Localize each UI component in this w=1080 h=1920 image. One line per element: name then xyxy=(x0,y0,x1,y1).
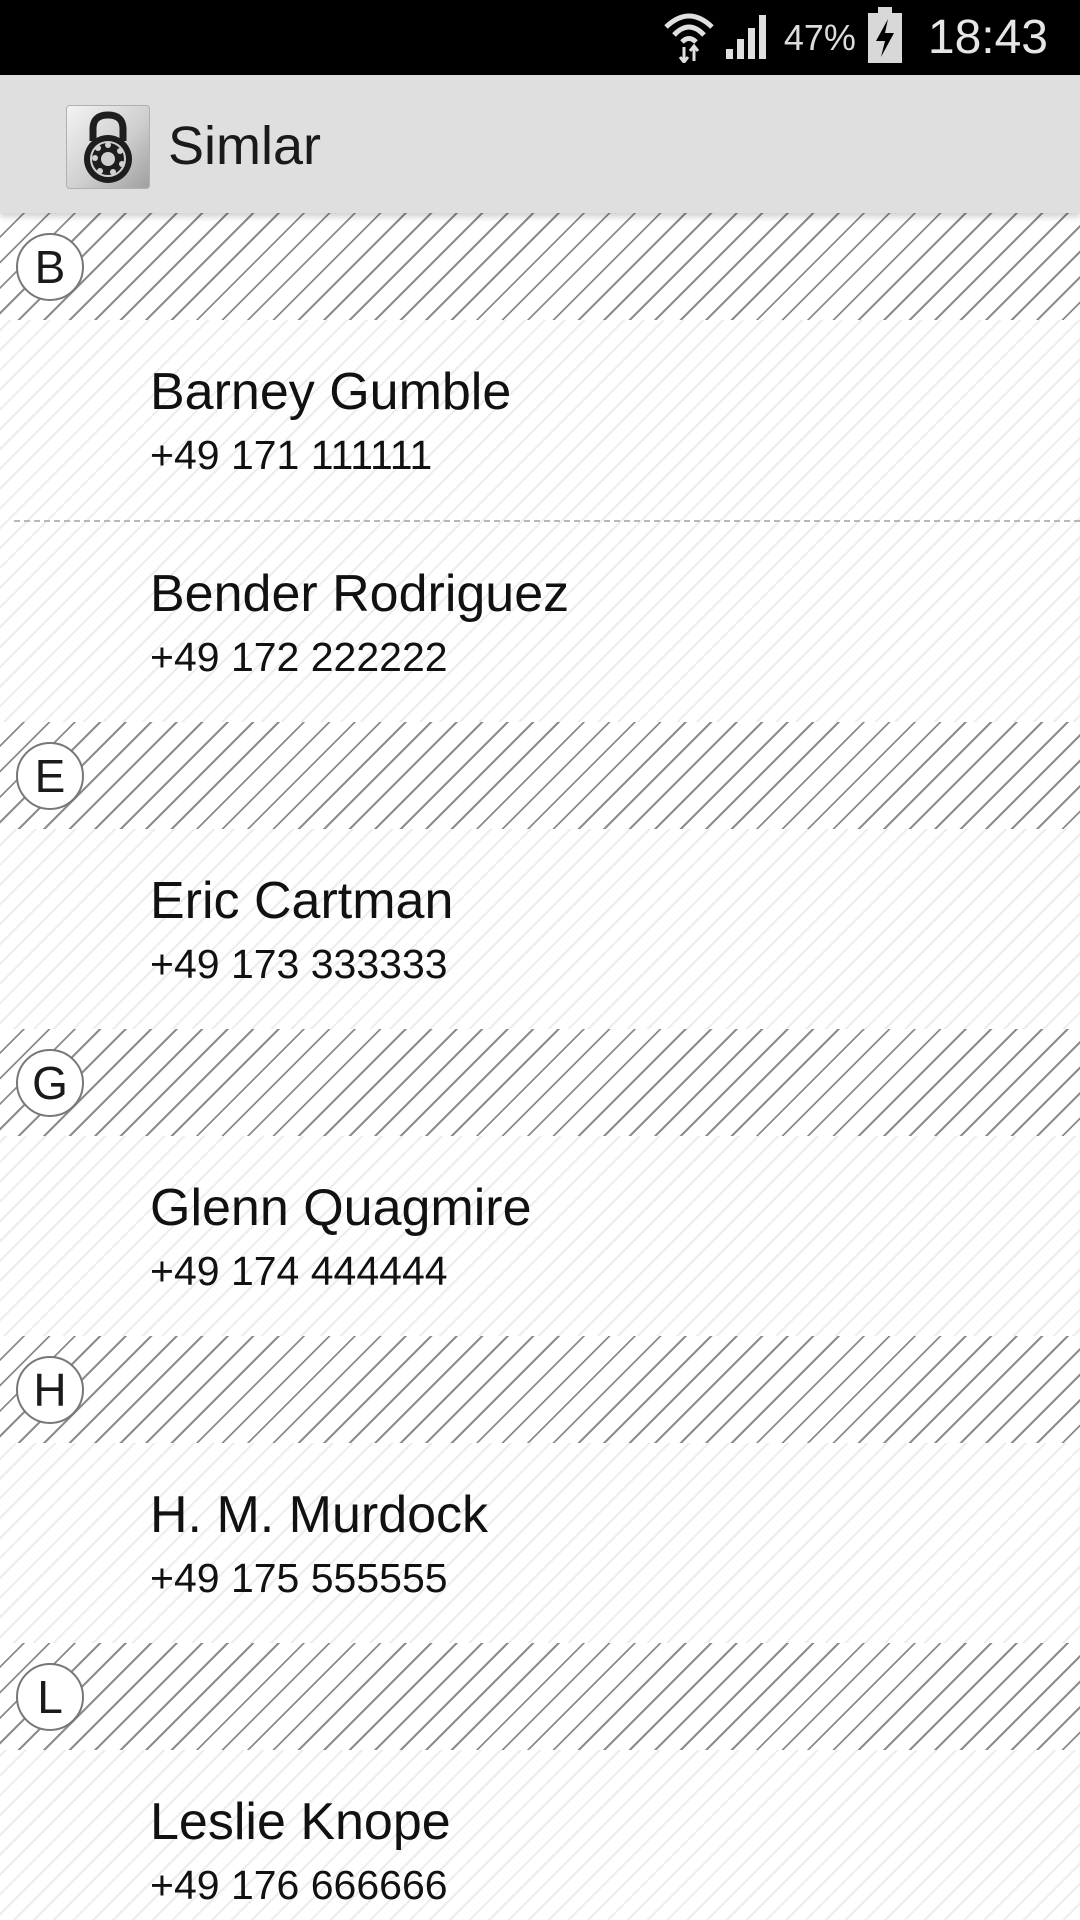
signal-icon xyxy=(724,9,774,66)
action-bar: Simlar xyxy=(0,75,1080,213)
section-header-l: L xyxy=(0,1643,1080,1750)
contact-item[interactable]: Bender Rodriguez +49 172 222222 xyxy=(0,522,1080,722)
section-letter: G xyxy=(16,1049,84,1117)
contact-number: +49 176 666666 xyxy=(150,1862,448,1908)
app-title: Simlar xyxy=(168,116,322,176)
status-bar: 47% 18:43 xyxy=(0,0,1080,75)
wifi-icon xyxy=(664,7,714,68)
contact-number: +49 172 222222 xyxy=(150,634,448,680)
section-header-b: B xyxy=(0,213,1080,320)
status-clock: 18:43 xyxy=(927,11,1048,64)
section-header-e: E xyxy=(0,722,1080,829)
contact-item[interactable]: Glenn Quagmire +49 174 444444 xyxy=(0,1136,1080,1336)
section-header-g: G xyxy=(0,1029,1080,1136)
contact-name: Bender Rodriguez xyxy=(150,565,570,623)
status-icons: 47% 18:43 xyxy=(664,0,1048,75)
section-header-h: H xyxy=(0,1336,1080,1443)
section-letter: H xyxy=(16,1356,84,1424)
contact-name: Barney Gumble xyxy=(150,363,512,421)
section-letter: B xyxy=(16,233,84,301)
contact-number: +49 175 555555 xyxy=(150,1555,448,1601)
battery-percent: 47% xyxy=(783,16,856,58)
contact-name: Glenn Quagmire xyxy=(150,1179,532,1237)
contact-item[interactable]: Eric Cartman +49 173 333333 xyxy=(0,829,1080,1029)
section-letter: E xyxy=(16,742,84,810)
lock-dial-icon[interactable] xyxy=(66,105,150,189)
contact-item[interactable]: Barney Gumble +49 171 111111 xyxy=(0,320,1080,520)
contact-number: +49 174 444444 xyxy=(150,1248,448,1294)
contact-name: Leslie Knope xyxy=(150,1793,451,1851)
contact-item[interactable]: Leslie Knope +49 176 666666 xyxy=(0,1750,1080,1920)
contact-name: Eric Cartman xyxy=(150,872,454,930)
contact-item[interactable]: H. M. Murdock +49 175 555555 xyxy=(0,1443,1080,1643)
battery-charging-icon xyxy=(866,7,904,68)
contact-list[interactable]: B Barney Gumble +49 171 111111 Bender Ro… xyxy=(0,213,1080,1920)
contact-number: +49 173 333333 xyxy=(150,941,448,987)
section-letter: L xyxy=(16,1663,84,1731)
contact-number: +49 171 111111 xyxy=(150,432,433,478)
contact-name: H. M. Murdock xyxy=(150,1486,489,1544)
